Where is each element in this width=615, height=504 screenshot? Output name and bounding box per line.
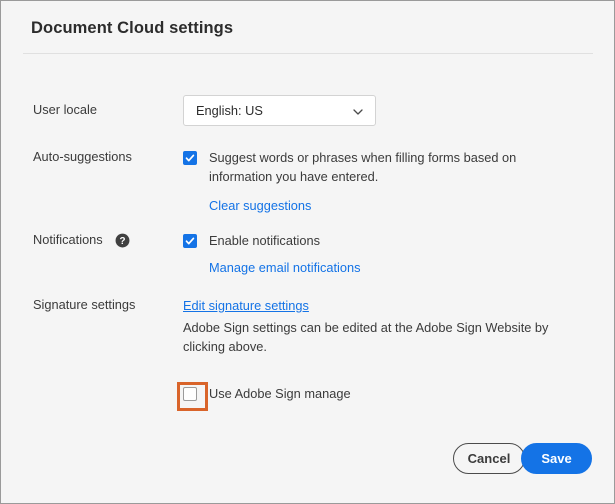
manage-email-notifications-link[interactable]: Manage email notifications — [209, 260, 361, 275]
save-button[interactable]: Save — [521, 443, 592, 474]
title-divider — [23, 53, 593, 54]
svg-text:?: ? — [119, 236, 125, 247]
help-circle-icon[interactable]: ? — [115, 233, 130, 248]
page-title: Document Cloud settings — [31, 19, 234, 37]
use-adobe-sign-manage-checkbox[interactable] — [183, 387, 197, 401]
enable-notifications-label: Enable notifications — [209, 233, 320, 248]
auto-suggestions-checkbox-label: Suggest words or phrases when filling fo… — [209, 150, 517, 184]
use-adobe-sign-manage-label: Use Adobe Sign manage — [209, 386, 351, 401]
clear-suggestions-link[interactable]: Clear suggestions — [209, 198, 311, 213]
label-auto-suggestions: Auto-suggestions — [33, 149, 132, 164]
label-notifications: Notifications — [33, 232, 103, 247]
notifications-checkbox-row[interactable]: Enable notifications — [183, 232, 361, 251]
label-user-locale: User locale — [33, 102, 98, 117]
user-locale-select-value: English: US — [196, 103, 263, 118]
label-signature-settings: Signature settings — [33, 297, 136, 312]
cancel-button[interactable]: Cancel — [453, 443, 525, 474]
signature-settings-description: Adobe Sign settings can be edited at the… — [183, 320, 549, 354]
auto-suggestions-checkbox-row[interactable]: Suggest words or phrases when filling fo… — [183, 149, 579, 186]
document-cloud-settings-dialog: Document Cloud settings User locale Engl… — [1, 1, 614, 503]
use-adobe-sign-manage-row[interactable]: Use Adobe Sign manage — [183, 385, 573, 404]
chevron-down-icon — [353, 107, 363, 117]
settings-dialog-window: Document Cloud settings User locale Engl… — [0, 0, 615, 504]
edit-signature-settings-link[interactable]: Edit signature settings — [183, 298, 309, 313]
auto-suggestions-checkbox[interactable] — [183, 151, 197, 165]
enable-notifications-checkbox[interactable] — [183, 234, 197, 248]
user-locale-select[interactable]: English: US — [183, 95, 376, 126]
dialog-footer: Cancel Save — [1, 443, 614, 483]
